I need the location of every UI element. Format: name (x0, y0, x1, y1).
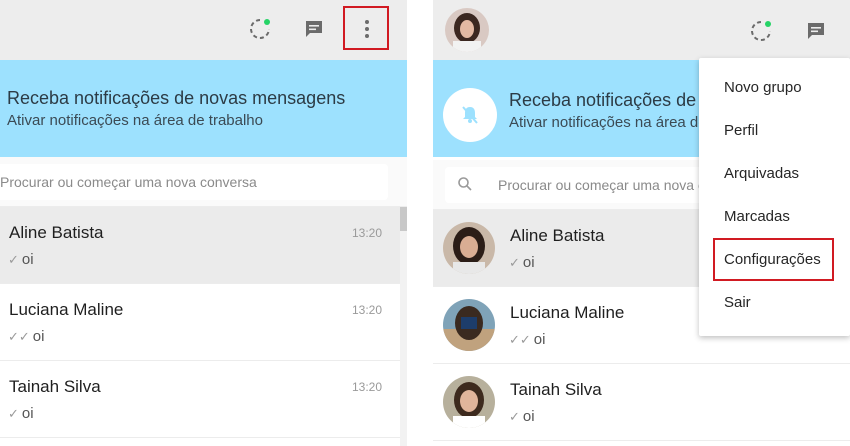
message-text: oi (21, 405, 34, 422)
message-time: 13:20 (352, 226, 383, 240)
contact-name: Aline Batista (9, 223, 104, 242)
status-icon[interactable] (246, 15, 274, 43)
check-icon: ✓ (509, 408, 520, 424)
contact-name: Aline Batista (510, 226, 605, 245)
contact-avatar (443, 222, 495, 274)
menu-item-arquivadas[interactable]: Arquivadas (699, 152, 850, 195)
new-chat-icon[interactable] (300, 15, 328, 43)
menu-item-novo-grupo[interactable]: Novo grupo (699, 66, 850, 109)
notification-title: Receba notificações de n (509, 90, 712, 110)
double-check-icon: ✓✓ (509, 331, 531, 347)
notification-subtitle[interactable]: Ativar notificações na área de (509, 114, 707, 131)
check-icon: ✓ (8, 251, 19, 267)
menu-item-marcadas[interactable]: Marcadas (699, 195, 850, 238)
contact-name: Luciana Maline (510, 303, 625, 322)
menu-item-sair[interactable]: Sair (699, 281, 850, 324)
message-time: 13:20 (352, 303, 383, 317)
bell-off-icon (443, 88, 497, 142)
search-input[interactable]: Procurar ou começar uma nova conversa (0, 164, 388, 200)
last-message: ✓ oi (509, 408, 535, 425)
chat-row[interactable]: Tainah Silva 13:20 ✓ oi (0, 361, 407, 438)
message-text: oi (21, 251, 34, 268)
last-message: ✓✓ oi (509, 331, 545, 348)
scrollbar[interactable] (400, 207, 407, 446)
menu-button-highlight (343, 6, 389, 50)
left-panel: Receba notificações de novas mensagens A… (0, 0, 407, 446)
chat-row[interactable]: Luciana Maline 13:20 ✓✓ oi (0, 284, 407, 361)
scrollbar-thumb[interactable] (400, 207, 407, 231)
chat-row[interactable]: Aline Batista 13:20 ✓ oi (0, 207, 407, 284)
last-message: ✓ oi (8, 251, 34, 268)
menu-item-perfil[interactable]: Perfil (699, 109, 850, 152)
message-text: oi (522, 254, 535, 271)
search-icon (457, 176, 473, 197)
notification-banner[interactable]: Receba notificações de novas mensagens A… (0, 60, 407, 157)
check-icon: ✓ (509, 254, 520, 270)
last-message: ✓✓ oi (8, 328, 44, 345)
contact-name: Tainah Silva (510, 380, 602, 399)
last-message: ✓ oi (509, 254, 535, 271)
message-time: 13:20 (352, 380, 383, 394)
new-chat-icon[interactable] (802, 17, 830, 45)
configuracoes-highlight (713, 238, 834, 281)
profile-avatar[interactable] (445, 8, 489, 52)
status-icon[interactable] (747, 17, 775, 45)
double-check-icon: ✓✓ (8, 328, 30, 344)
search-placeholder: Procurar ou começar uma nova c (498, 177, 705, 193)
notification-subtitle[interactable]: Ativar notificações na área de trabalho (7, 112, 263, 129)
last-message: ✓ oi (8, 405, 34, 422)
notification-title: Receba notificações de novas mensagens (7, 88, 346, 108)
check-icon: ✓ (8, 405, 19, 421)
contact-name: Tainah Silva (9, 377, 101, 396)
message-text: oi (32, 328, 45, 345)
contact-avatar (443, 299, 495, 351)
chat-list-header (433, 0, 850, 60)
search-placeholder: Procurar ou começar uma nova conversa (0, 174, 257, 190)
search-bar: Procurar ou começar uma nova conversa (0, 157, 407, 207)
message-text: oi (522, 408, 535, 425)
chat-row[interactable]: Tainah Silva ✓ oi (433, 364, 850, 441)
contact-avatar (443, 376, 495, 428)
contact-name: Luciana Maline (9, 300, 124, 319)
dropdown-menu: Novo grupo Perfil Arquivadas Marcadas Co… (699, 58, 850, 336)
message-text: oi (533, 331, 546, 348)
